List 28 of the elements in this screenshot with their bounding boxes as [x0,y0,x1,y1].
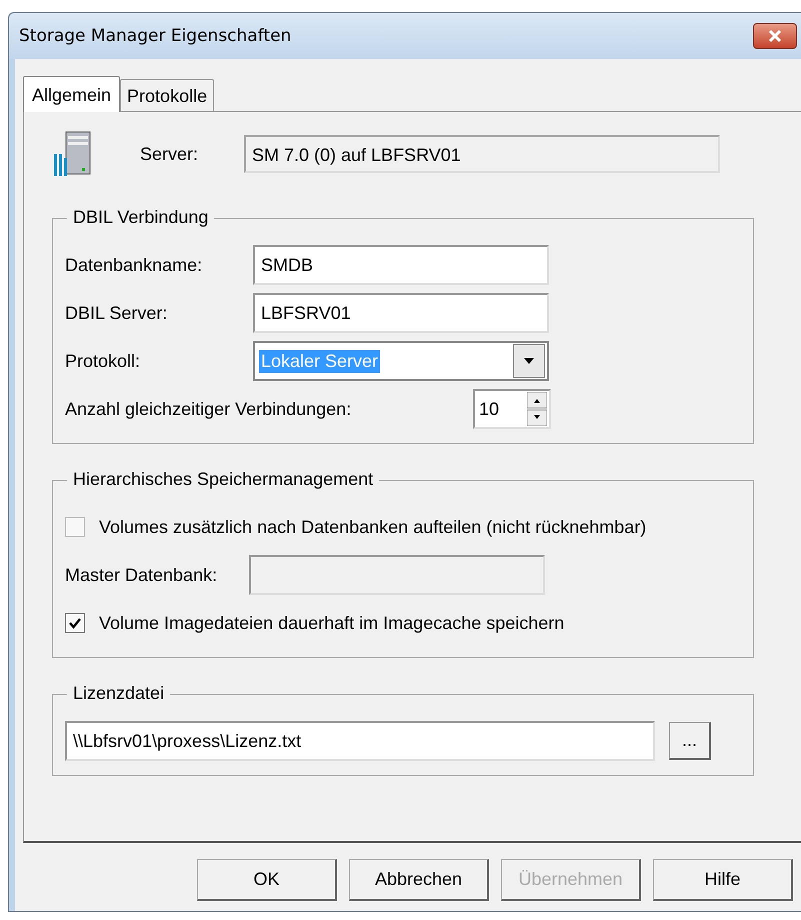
window-title: Storage Manager Eigenschaften [19,26,292,46]
spin-arrows-icon [527,392,547,426]
checkbox[interactable] [65,613,85,633]
checkbox-label: Volume Imagedateien dauerhaft im Imagecache speichern [99,612,564,634]
checkbox[interactable] [65,517,85,537]
text-field[interactable]: LBFSRV01 [253,293,549,333]
dialog-button[interactable]: Abbrechen [349,859,489,901]
close-button[interactable] [753,23,797,49]
text-field[interactable]: \\Lbfsrv01\proxess\Lizenz.txt [65,721,655,761]
field-label: Datenbankname: [65,254,204,276]
field-label: DBIL Server: [65,302,168,324]
browse-button[interactable]: ... [669,722,711,760]
field-label: Server: [140,144,200,164]
group-title: DBIL Verbindung [67,207,214,228]
dialog-button[interactable]: OK [197,859,337,901]
text-field[interactable]: SMDB [253,245,549,285]
tab[interactable]: Protokolle [120,79,214,111]
close-icon [766,29,784,43]
group-title: Hierarchisches Speichermanagement [67,469,380,490]
field-label: Master Datenbank: [65,564,218,586]
field-label: Protokoll: [65,350,142,372]
tab[interactable]: Allgemein [23,76,120,112]
dialog-button[interactable]: Hilfe [653,859,793,901]
server-field: SM 7.0 (0) auf LBFSRV01 [244,135,720,173]
checkbox-label: Volumes zusätzlich nach Datenbanken aufteilen (nicht rücknehmbar) [99,516,646,538]
field-label: Anzahl gleichzeitiger Verbindungen: [65,398,352,420]
spin-box[interactable]: 10 [473,389,551,429]
checkmark-icon [68,616,82,630]
